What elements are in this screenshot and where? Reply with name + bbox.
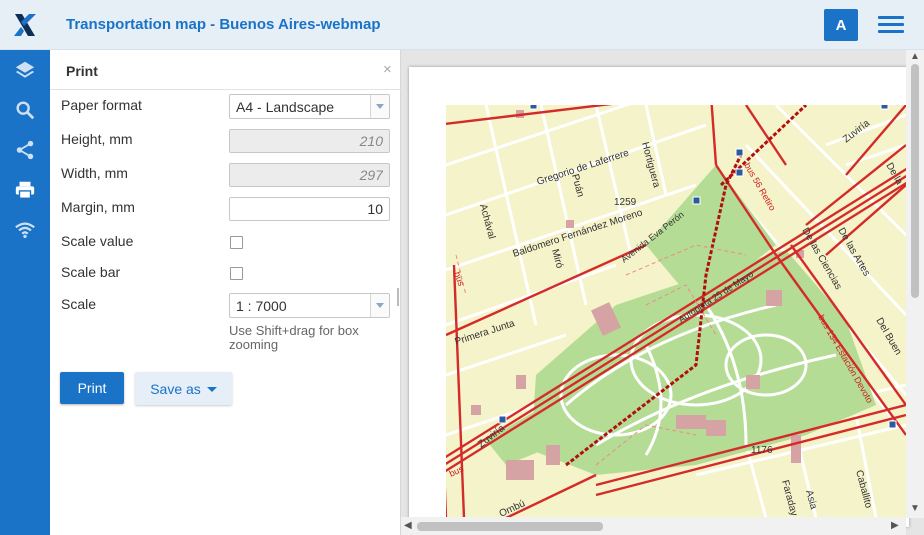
chevron-down-icon[interactable] xyxy=(370,95,389,118)
print-button[interactable]: Print xyxy=(60,372,124,404)
print-panel: Print × Paper format A4 - Landscape Heig… xyxy=(50,50,401,535)
layers-icon[interactable] xyxy=(0,50,50,90)
print-page-preview: Gregorio de Laferrere Hortiguera Puán Ba… xyxy=(409,67,909,527)
scale-value-checkbox[interactable] xyxy=(230,236,243,249)
app-header: Transportation map - Buenos Aires-webmap… xyxy=(0,0,924,50)
scroll-left-icon[interactable]: ◀ xyxy=(404,520,412,531)
close-icon[interactable]: × xyxy=(383,61,392,78)
scroll-down-icon[interactable]: ▼ xyxy=(910,503,920,514)
save-as-label: Save as xyxy=(150,380,201,397)
scale-label: Scale xyxy=(61,296,97,312)
caret-down-icon xyxy=(206,387,217,392)
paper-format-select[interactable]: A4 - Landscape xyxy=(229,94,390,119)
map-label-1176: 1176 xyxy=(751,445,773,456)
panel-title: Print xyxy=(66,63,98,79)
width-label: Width, mm xyxy=(61,165,128,181)
share-icon[interactable] xyxy=(0,130,50,170)
scale-select-value: 1 : 7000 xyxy=(236,298,287,314)
user-account-button[interactable]: A xyxy=(824,9,858,41)
scale-value-label: Scale value xyxy=(61,233,134,249)
margin-field[interactable] xyxy=(229,197,390,221)
horizontal-scrollbar[interactable]: ◀ ▶ xyxy=(401,517,906,535)
height-label: Height, mm xyxy=(61,131,133,147)
print-preview-area[interactable]: Gregorio de Laferrere Hortiguera Puán Ba… xyxy=(401,50,924,535)
map-label-1259: 1259 xyxy=(614,197,637,208)
margin-label: Margin, mm xyxy=(61,199,135,215)
app-logo[interactable] xyxy=(12,12,38,38)
box-zoom-hint: Use Shift+drag for box zooming xyxy=(229,323,359,352)
paper-format-label: Paper format xyxy=(61,97,142,113)
vertical-scroll-thumb[interactable] xyxy=(911,64,919,298)
hamburger-menu-icon[interactable] xyxy=(878,16,904,36)
height-field xyxy=(229,129,390,153)
panel-header: Print × xyxy=(50,50,401,90)
print-icon[interactable] xyxy=(0,170,50,210)
search-icon[interactable] xyxy=(0,90,50,130)
vertical-scrollbar[interactable]: ▲ ▼ xyxy=(906,50,924,518)
scroll-right-icon[interactable]: ▶ xyxy=(891,520,899,531)
width-field xyxy=(229,163,390,187)
scale-bar-label: Scale bar xyxy=(61,264,121,280)
panel-resize-handle[interactable] xyxy=(397,288,399,306)
wifi-icon[interactable] xyxy=(0,210,50,250)
save-as-button[interactable]: Save as xyxy=(135,372,232,405)
app-title: Transportation map - Buenos Aires-webmap xyxy=(66,16,381,33)
scale-bar-checkbox[interactable] xyxy=(230,267,243,280)
scale-select[interactable]: 1 : 7000 xyxy=(229,293,390,318)
map-preview[interactable]: Gregorio de Laferrere Hortiguera Puán Ba… xyxy=(446,105,906,518)
chevron-down-icon[interactable] xyxy=(370,294,389,317)
scroll-up-icon[interactable]: ▲ xyxy=(910,51,920,62)
horizontal-scroll-thumb[interactable] xyxy=(417,522,603,531)
paper-format-value: A4 - Landscape xyxy=(236,99,335,115)
sidebar xyxy=(0,50,50,535)
